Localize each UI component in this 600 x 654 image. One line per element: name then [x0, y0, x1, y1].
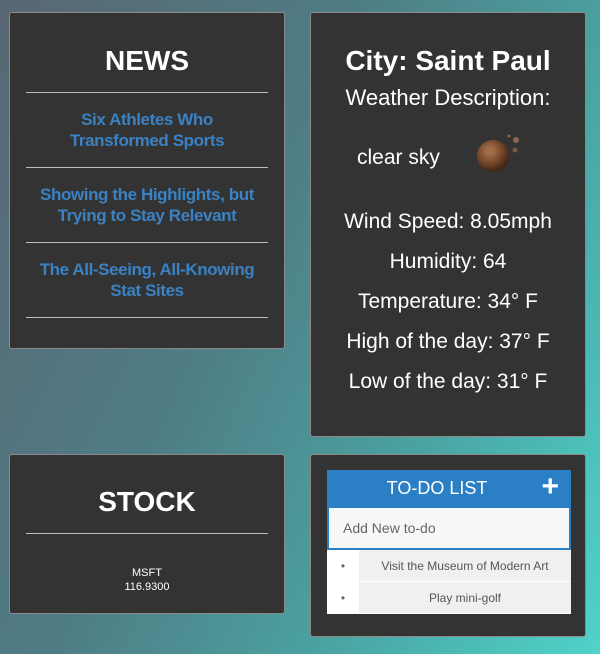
- weather-city: City: Saint Paul: [345, 45, 551, 76]
- weather-description-row: clear sky: [311, 128, 585, 188]
- weather-description-label: Weather Description:: [345, 85, 551, 110]
- weather-description: clear sky: [357, 146, 440, 169]
- stock-symbol: MSFT: [132, 567, 162, 579]
- temperature: Temperature: 34° F: [358, 290, 538, 313]
- stock-divider: [26, 533, 268, 534]
- todo-list: • Visit the Museum of Modern Art • Play …: [327, 550, 571, 614]
- stock-price: 116.9300: [124, 581, 170, 593]
- todo-item[interactable]: • Play mini-golf: [327, 582, 571, 614]
- news-card: NEWS Six Athletes Who Transformed Sports…: [9, 12, 285, 349]
- news-link[interactable]: Showing the Highlights, but Trying to St…: [26, 184, 268, 226]
- todo-item-text: Visit the Museum of Modern Art: [381, 559, 549, 573]
- news-item: Showing the Highlights, but Trying to St…: [26, 168, 268, 243]
- news-item: Six Athletes Who Transformed Sports: [26, 93, 268, 168]
- stock-ticker: MSFT 116.9300: [10, 566, 284, 594]
- bullet-icon: •: [327, 582, 359, 613]
- todo-card: TO-DO LIST + • Visit the Museum of Moder…: [310, 454, 586, 637]
- night-moon-icon: [477, 134, 519, 172]
- humidity: Humidity: 64: [389, 250, 507, 273]
- news-link[interactable]: The All-Seeing, All-Knowing Stat Sites: [26, 259, 268, 301]
- weather-stats: Wind Speed: 8.05mph Humidity: 64 Tempera…: [311, 202, 585, 402]
- todo-input[interactable]: [327, 506, 571, 550]
- plus-icon[interactable]: +: [541, 471, 559, 503]
- todo-title: TO-DO LIST: [386, 478, 488, 498]
- todo-header: TO-DO LIST +: [327, 470, 571, 506]
- todo-item[interactable]: • Visit the Museum of Modern Art: [327, 550, 571, 582]
- news-link[interactable]: Six Athletes Who Transformed Sports: [26, 109, 268, 151]
- weather-card: City: Saint Paul Weather Description: cl…: [310, 12, 586, 437]
- news-title: NEWS: [105, 45, 189, 76]
- wind-speed: Wind Speed: 8.05mph: [344, 210, 552, 233]
- bullet-icon: •: [327, 550, 359, 581]
- news-item: The All-Seeing, All-Knowing Stat Sites: [26, 243, 268, 318]
- todo-item-text: Play mini-golf: [428, 591, 502, 605]
- stock-card: STOCK MSFT 116.9300: [9, 454, 285, 614]
- stock-title: STOCK: [98, 486, 196, 517]
- high-temperature: High of the day: 37° F: [346, 330, 550, 353]
- low-temperature: Low of the day: 31° F: [348, 370, 548, 393]
